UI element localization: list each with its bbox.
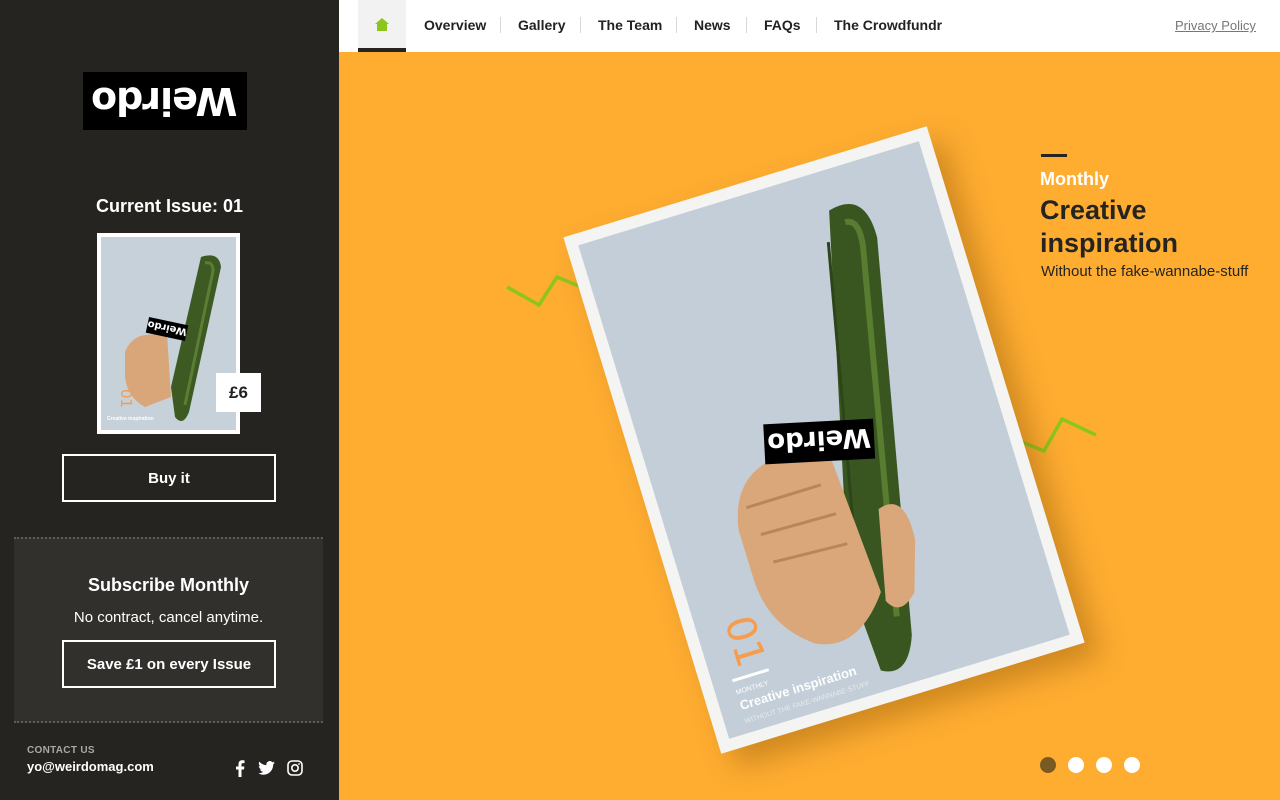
nav-divider bbox=[746, 17, 747, 33]
nav-item-faqs[interactable]: FAQs bbox=[764, 17, 801, 33]
slide-dot-1[interactable] bbox=[1040, 757, 1056, 773]
hero-title: Creative inspiration bbox=[1040, 195, 1179, 258]
twitter-icon[interactable] bbox=[257, 759, 275, 777]
nav-divider bbox=[580, 17, 581, 33]
hero-subtitle: Without the fake-wannabe-stuff bbox=[1041, 263, 1249, 280]
price-tag: £6 bbox=[216, 373, 261, 412]
hero-slider: Weirdo 01 MONTHLY Creative inspiration W… bbox=[339, 52, 1280, 800]
nav-divider bbox=[500, 17, 501, 33]
current-issue-title: Current Issue: 01 bbox=[95, 196, 244, 216]
heading-accent-line bbox=[1041, 154, 1067, 157]
contact-email-link[interactable]: yo@weirdomag.com bbox=[27, 759, 154, 774]
top-navigation: Overview Gallery The Team News FAQs The … bbox=[339, 0, 1280, 52]
subscribe-title: Subscribe Monthly bbox=[87, 575, 249, 595]
svg-text:Creative inspiration: Creative inspiration bbox=[107, 416, 154, 422]
nav-item-the-team[interactable]: The Team bbox=[598, 17, 662, 33]
home-tab[interactable] bbox=[358, 0, 406, 52]
cover-logo-text: Weirdo bbox=[767, 422, 872, 457]
magazine-cover[interactable]: Weirdo 01 MONTHLY Creative inspiration W… bbox=[563, 126, 1085, 754]
subscribe-description: No contract, cancel anytime. bbox=[73, 609, 264, 626]
slide-dot-4[interactable] bbox=[1124, 757, 1140, 773]
logo-text: Weirdo bbox=[92, 79, 238, 123]
slide-dot-2[interactable] bbox=[1068, 757, 1084, 773]
nav-item-news[interactable]: News bbox=[694, 17, 731, 33]
nav-divider bbox=[816, 17, 817, 33]
nav-divider bbox=[676, 17, 677, 33]
subscribe-button[interactable]: Save £1 on every Issue bbox=[62, 640, 276, 688]
nav-item-the-crowdfundr[interactable]: The Crowdfundr bbox=[834, 17, 942, 33]
facebook-icon[interactable] bbox=[231, 759, 249, 777]
privacy-policy-link[interactable]: Privacy Policy bbox=[1175, 18, 1256, 33]
svg-text:01: 01 bbox=[117, 389, 135, 408]
weirdo-logo[interactable]: Weirdo bbox=[83, 72, 247, 130]
magazine-cover-image: Weirdo 01 MONTHLY Creative inspiration W… bbox=[578, 141, 1070, 739]
sidebar: Weirdo Current Issue: 01 Weirdo 01 Creat… bbox=[0, 0, 339, 800]
subscribe-panel: Subscribe Monthly No contract, cancel an… bbox=[14, 537, 323, 723]
nav-item-gallery[interactable]: Gallery bbox=[518, 17, 565, 33]
home-icon bbox=[375, 17, 389, 31]
slide-dot-3[interactable] bbox=[1096, 757, 1112, 773]
contact-label: CONTACT US bbox=[27, 745, 95, 756]
buy-it-button[interactable]: Buy it bbox=[62, 454, 276, 502]
instagram-icon[interactable] bbox=[286, 759, 304, 777]
hero-eyebrow: Monthly bbox=[1040, 169, 1109, 189]
nav-item-overview[interactable]: Overview bbox=[424, 17, 486, 33]
